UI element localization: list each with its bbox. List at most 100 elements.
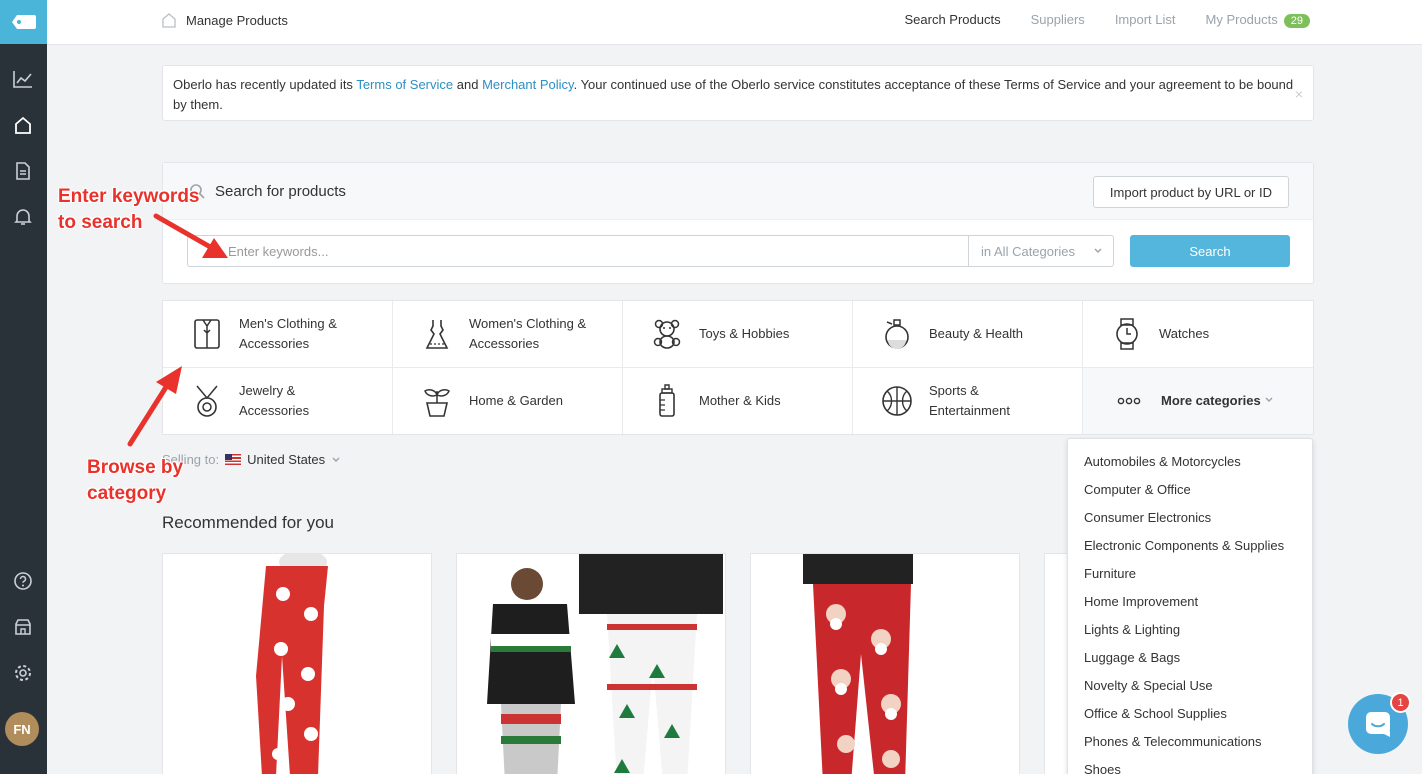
perfume-icon [885,319,909,349]
us-flag-icon [225,454,242,465]
category-label: Men's Clothing & Accessories [239,315,337,351]
dropdown-item[interactable]: Shoes [1068,756,1312,774]
nav-my-products[interactable]: My Products 29 [1206,12,1310,28]
annotation-arrow-icon [153,213,228,258]
dropdown-item[interactable]: Electronic Components & Supplies [1068,532,1312,560]
category-select[interactable]: in All Categories [968,235,1114,267]
more-categories-text: More categories [1161,392,1261,408]
dropdown-item[interactable]: Home Improvement [1068,588,1312,616]
category-mens-clothing[interactable]: Men's Clothing & Accessories [163,301,393,368]
teddy-bear-icon [653,319,681,349]
category-label: Beauty & Health [929,325,1023,341]
dropdown-item[interactable]: Luggage & Bags [1068,644,1312,672]
dropdown-item[interactable]: Office & School Supplies [1068,700,1312,728]
category-womens-clothing[interactable]: Women's Clothing & Accessories [393,301,623,368]
product-image [487,554,723,774]
category-label: Watches [1159,325,1210,341]
category-label: Jewelry & Accessories [239,382,310,418]
app-logo[interactable] [0,0,47,44]
more-dots-icon [1117,397,1141,405]
search-input[interactable]: Enter keywords... [187,235,968,267]
selling-to[interactable]: Selling to: United States [162,452,341,467]
dropdown-item[interactable]: Automobiles & Motorcycles [1068,448,1312,476]
category-label: Toys & Hobbies [699,325,790,341]
sidebar: FN [0,0,47,774]
more-categories-label: More categories [1161,391,1274,411]
chart-icon [13,71,32,88]
category-toys-hobbies[interactable]: Toys & Hobbies [623,301,853,368]
product-card[interactable] [750,553,1020,774]
product-card[interactable] [456,553,726,774]
dropdown-item[interactable]: Furniture [1068,560,1312,588]
nav-search-products[interactable]: Search Products [905,12,1001,28]
watch-icon [1116,318,1138,350]
dropdown-item[interactable]: Novelty & Special Use [1068,672,1312,700]
category-home-garden[interactable]: Home & Garden [393,367,623,434]
terms-of-service-link[interactable]: Terms of Service [356,77,453,92]
annotation-arrow-icon [127,366,182,447]
top-bar: Manage Products Search Products Supplier… [47,0,1422,45]
home-icon [162,13,176,28]
close-icon[interactable]: × [1295,84,1303,104]
category-beauty-health[interactable]: Beauty & Health [853,301,1083,368]
dropdown-item[interactable]: Consumer Electronics [1068,504,1312,532]
breadcrumb: Manage Products [162,12,288,28]
import-by-url-button[interactable]: Import product by URL or ID [1092,176,1289,208]
sidebar-item-settings[interactable] [12,662,34,684]
recommended-title: Recommended for you [162,513,334,532]
dress-icon [425,319,449,349]
tag-icon [11,15,36,29]
category-mother-kids[interactable]: Mother & Kids [623,367,853,434]
chevron-down-icon [1265,397,1273,402]
category-select-value: in All Categories [981,243,1075,259]
my-products-count-badge: 29 [1283,14,1310,28]
category-label: Mother & Kids [699,392,781,408]
product-card[interactable] [162,553,432,774]
merchant-policy-link[interactable]: Merchant Policy [482,77,574,92]
category-label: Sports & Entertainment [929,382,1010,418]
search-header: Search for products Import product by UR… [163,163,1313,220]
more-categories-button[interactable]: More categories [1083,367,1313,434]
breadcrumb-label: Manage Products [186,12,288,28]
category-watches[interactable]: Watches [1083,301,1313,368]
shirt-icon [194,318,220,349]
annotation-browse-line1: Browse by [87,457,184,478]
category-sports[interactable]: Sports & Entertainment [853,367,1083,434]
annotation-browse: Browse by category [87,455,183,507]
selling-to-country: United States [247,452,326,467]
category-grid: Men's Clothing & Accessories Women's Clo… [162,300,1314,435]
store-icon [15,619,31,635]
plant-icon [424,388,450,417]
top-nav: Search Products Suppliers Import List My… [905,12,1310,28]
more-categories-dropdown: Automobiles & Motorcycles Computer & Off… [1067,438,1313,774]
category-label: Home & Garden [469,392,563,408]
bell-icon [14,209,32,225]
dropdown-item[interactable]: Computer & Office [1068,476,1312,504]
search-title: Search for products [215,183,346,200]
sidebar-item-analytics[interactable] [12,68,34,90]
nav-import-list[interactable]: Import List [1115,12,1176,28]
gear-icon [15,665,31,681]
annotation-search-line1: Enter keywords [58,186,200,207]
sidebar-item-documents[interactable] [12,160,34,182]
search-panel: Search for products Import product by UR… [162,162,1314,284]
sidebar-item-store[interactable] [12,616,34,638]
sidebar-item-home[interactable] [12,114,34,136]
dropdown-item[interactable]: Lights & Lighting [1068,616,1312,644]
product-image [803,554,913,774]
baby-bottle-icon [659,384,675,417]
annotation-browse-line2: category [87,483,167,504]
search-button[interactable]: Search [1130,235,1290,267]
chat-unread-badge: 1 [1390,692,1411,713]
dropdown-item[interactable]: Phones & Telecommunications [1068,728,1312,756]
category-label: Women's Clothing & Accessories [469,315,587,351]
terms-notice: Oberlo has recently updated its Terms of… [162,65,1314,121]
basketball-icon [882,385,912,416]
home-icon [15,116,31,134]
sidebar-item-notifications[interactable] [12,206,34,228]
sidebar-item-help[interactable] [12,570,34,592]
nav-suppliers[interactable]: Suppliers [1031,12,1085,28]
help-icon [14,572,32,590]
chevron-down-icon [332,457,340,462]
avatar[interactable]: FN [5,712,39,746]
